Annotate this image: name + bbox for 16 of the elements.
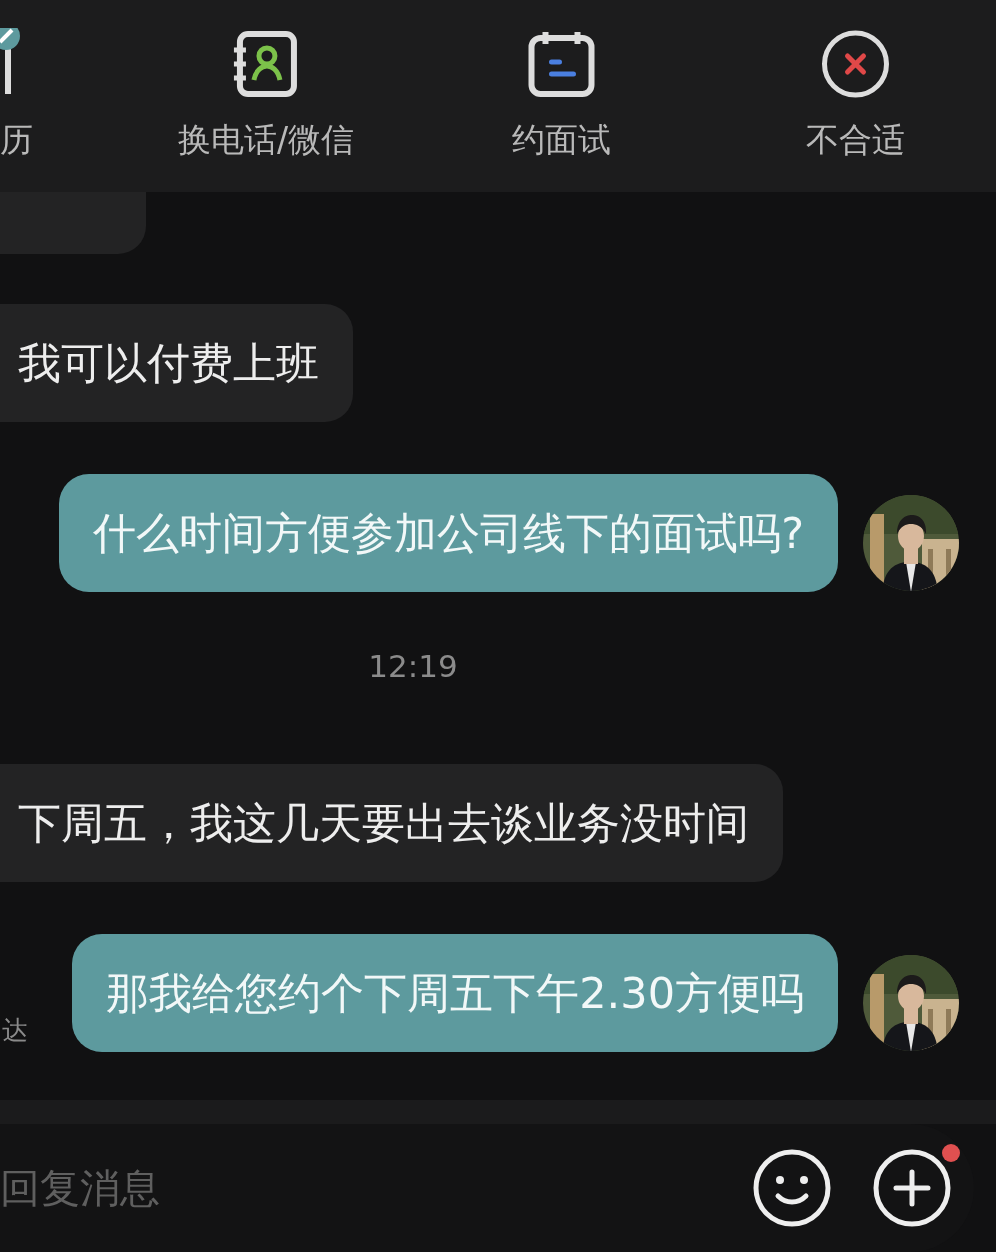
toolbar-button[interactable]: 约面试: [511, 118, 611, 163]
smiley-icon: [752, 1148, 832, 1228]
close-icon: [819, 28, 891, 100]
toolbar-button[interactable]: 历: [0, 118, 33, 163]
add-button[interactable]: [872, 1148, 952, 1228]
toolbar-button[interactable]: 换电话/微信: [177, 118, 355, 163]
message-bubble: 那我给您约个下周五下午2.30方便吗: [72, 934, 838, 1052]
timestamp: 12:19: [368, 648, 458, 684]
emoji-button[interactable]: [752, 1148, 832, 1228]
message-input[interactable]: 回复消息: [0, 1158, 712, 1218]
message-bubble: 我可以付费上班: [0, 304, 353, 422]
message-bubble: 下周五，我这几天要出去谈业务没时间: [0, 764, 783, 882]
delivery-status: 达: [2, 1014, 28, 1047]
plus-icon: [872, 1148, 952, 1228]
toolbar-button[interactable]: 不合适: [805, 118, 905, 163]
message-bubble: 什么时间方便参加公司线下的面试吗?: [59, 474, 838, 592]
